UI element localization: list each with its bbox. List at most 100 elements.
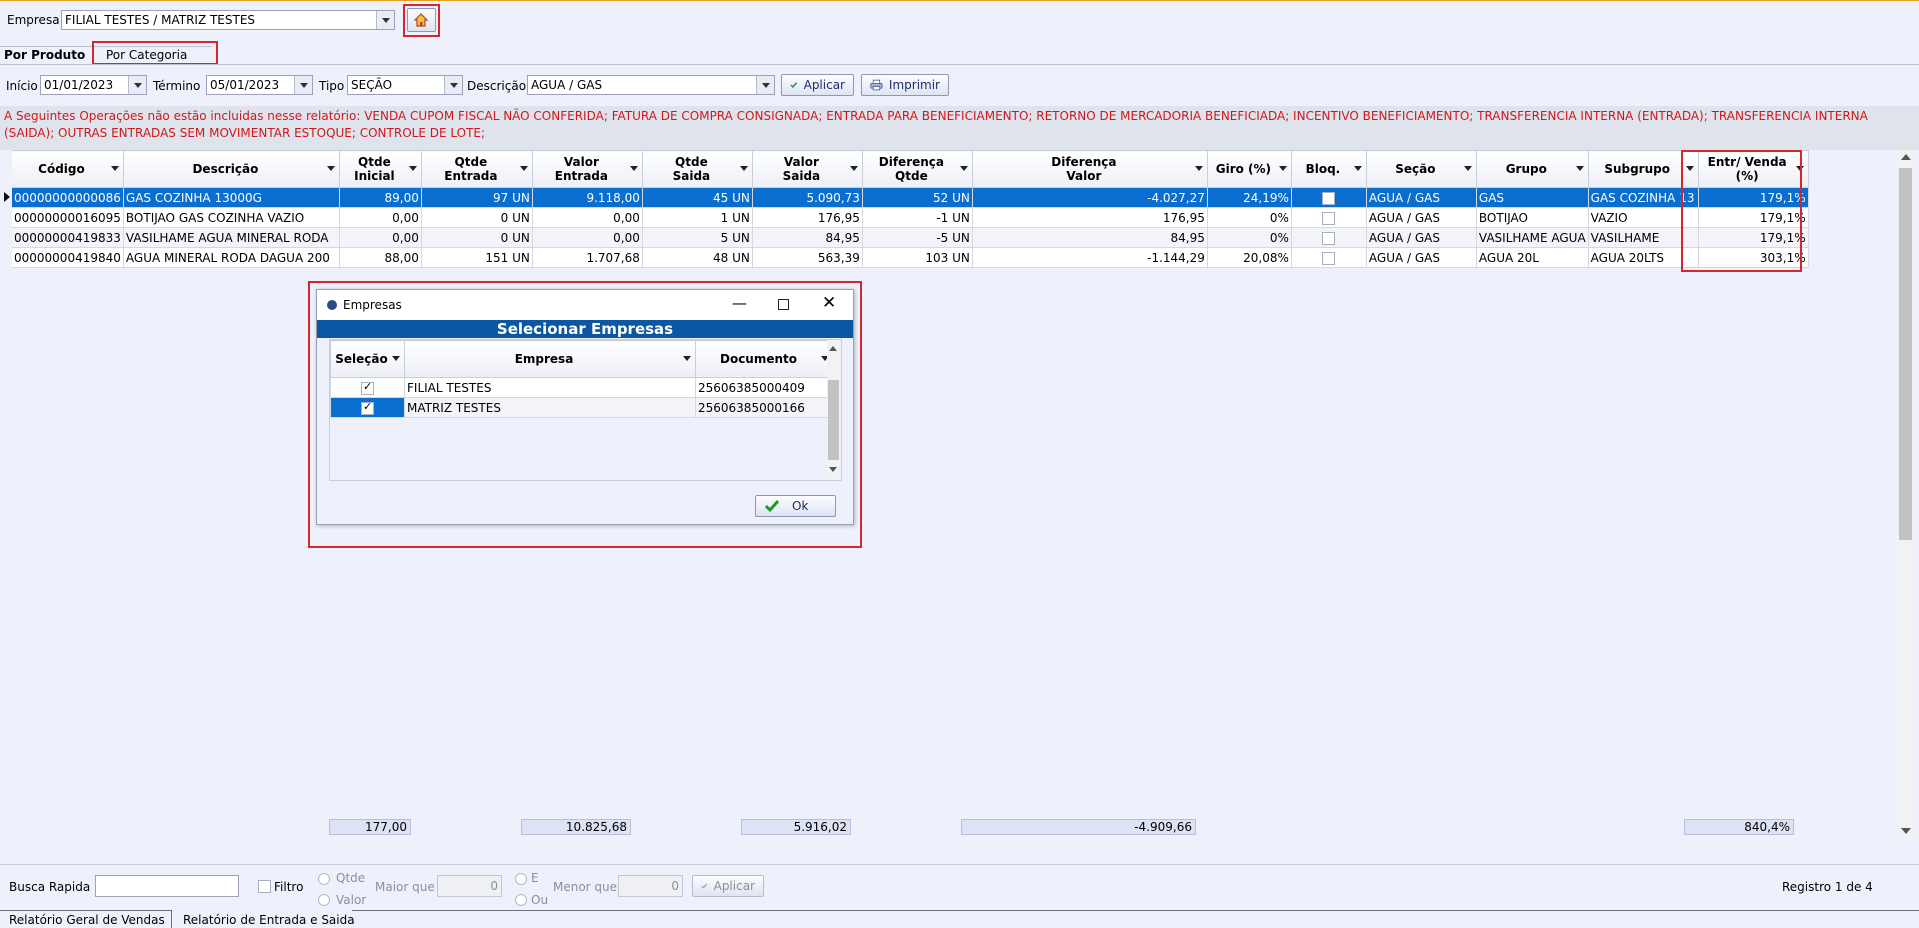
- grid-column-header[interactable]: Diferença Qtde: [861, 150, 973, 188]
- filtro-checkbox[interactable]: [258, 879, 271, 893]
- bloq-checkbox-icon[interactable]: [1322, 251, 1336, 265]
- aplicar-button[interactable]: Aplicar: [781, 74, 854, 96]
- chevron-down-icon[interactable]: [756, 76, 774, 94]
- chevron-down-icon[interactable]: [1575, 166, 1584, 171]
- grid-column-header[interactable]: Seção: [1365, 150, 1477, 188]
- grid-column-header[interactable]: Valor Entrada: [531, 150, 643, 188]
- chevron-down-icon[interactable]: [1463, 166, 1472, 171]
- maximize-icon[interactable]: [778, 299, 789, 310]
- scroll-down-icon[interactable]: [829, 467, 837, 472]
- chevron-down-icon[interactable]: [1353, 166, 1362, 171]
- scroll-thumb[interactable]: [828, 380, 839, 460]
- bloq-checkbox-icon[interactable]: [1322, 191, 1336, 205]
- company-row[interactable]: ✓ MATRIZ TESTES 25606385000166: [330, 397, 834, 418]
- grid-column-header[interactable]: Giro (%): [1206, 150, 1292, 188]
- chevron-down-icon[interactable]: [326, 166, 335, 171]
- inicio-date-field[interactable]: 01/01/2023: [40, 75, 147, 95]
- chevron-down-icon[interactable]: [444, 76, 462, 94]
- imprimir-button[interactable]: Imprimir: [861, 74, 949, 96]
- grid-column-header[interactable]: Diferença Valor: [971, 150, 1208, 188]
- empresa-combo[interactable]: FILIAL TESTES / MATRIZ TESTES: [61, 10, 395, 30]
- e-radio[interactable]: [515, 871, 527, 885]
- checkbox-icon[interactable]: [258, 880, 271, 893]
- checkbox-checked-icon[interactable]: ✓: [361, 380, 374, 395]
- chevron-down-icon[interactable]: [1278, 166, 1287, 171]
- highlight-box-categoria: [92, 41, 218, 65]
- grid-column-header[interactable]: Qtde Saida: [641, 150, 753, 188]
- tab-relatorio-geral-vendas[interactable]: Relatório Geral de Vendas: [9, 913, 165, 927]
- company-select-cell[interactable]: ✓: [330, 377, 405, 398]
- grid-column-header[interactable]: Bloq.: [1290, 150, 1367, 188]
- tipo-combo[interactable]: SEÇÃO: [347, 75, 463, 95]
- chevron-down-icon[interactable]: [376, 11, 394, 29]
- chevron-down-icon[interactable]: [629, 166, 638, 171]
- busca-rapida-input[interactable]: [95, 875, 239, 897]
- radio-icon[interactable]: [318, 872, 330, 885]
- chevron-down-icon[interactable]: [128, 76, 146, 94]
- scroll-thumb[interactable]: [1899, 168, 1912, 540]
- grid-column-header[interactable]: Valor Saida: [751, 150, 863, 188]
- select-companies-button[interactable]: [407, 8, 436, 32]
- chevron-down-icon[interactable]: [392, 356, 400, 361]
- dialog-title: Empresas: [343, 298, 402, 312]
- chevron-down-icon[interactable]: [519, 166, 528, 171]
- ok-button[interactable]: Ok: [755, 495, 836, 517]
- company-row[interactable]: ✓ FILIAL TESTES 25606385000409: [330, 377, 834, 398]
- grid-column-header[interactable]: Qtde Inicial: [338, 150, 422, 188]
- table-row[interactable]: 00000000000086 GAS COZINHA 13000G 89,00 97 …: [0, 187, 1809, 208]
- grid-scrollbar[interactable]: [1897, 150, 1914, 838]
- col-selecao[interactable]: Seleção: [330, 340, 405, 378]
- chevron-down-icon[interactable]: [294, 76, 312, 94]
- chevron-down-icon[interactable]: [1194, 166, 1203, 171]
- bottom-aplicar-button[interactable]: Aplicar: [692, 875, 764, 897]
- grid-header-row: Código Descrição Qtde Inicial Qtde Entrada Va…: [0, 150, 1809, 188]
- bloq-checkbox-icon[interactable]: [1322, 211, 1336, 225]
- grid-column-header[interactable]: Qtde Entrada: [420, 150, 533, 188]
- grid-column-header[interactable]: Descrição: [122, 150, 340, 188]
- radio-icon[interactable]: [318, 893, 330, 906]
- menor-que-input[interactable]: 0: [618, 875, 683, 897]
- col-empresa[interactable]: Empresa: [404, 340, 696, 378]
- bloq-checkbox-icon[interactable]: [1322, 231, 1336, 245]
- checkbox-checked-icon[interactable]: ✓: [361, 400, 374, 415]
- termino-date-field[interactable]: 05/01/2023: [206, 75, 313, 95]
- table-row[interactable]: 00000000419840 AGUA MINERAL RODA DAGUA 20…: [0, 247, 1809, 268]
- qtde-radio[interactable]: [318, 871, 330, 885]
- empresa-value: FILIAL TESTES / MATRIZ TESTES: [65, 13, 256, 27]
- minimize-icon[interactable]: —: [732, 294, 747, 312]
- dialog-scrollbar[interactable]: [827, 340, 840, 478]
- scroll-up-icon[interactable]: [1901, 154, 1911, 160]
- checkmark-icon: [790, 82, 798, 88]
- col-documento-label: Documento: [719, 352, 798, 366]
- table-row[interactable]: 00000000016095 BOTIJAO GAS COZINHA VAZIO 0…: [0, 207, 1809, 228]
- chevron-down-icon[interactable]: [739, 166, 748, 171]
- company-select-cell[interactable]: ✓: [330, 397, 405, 418]
- termino-value: 05/01/2023: [210, 78, 280, 92]
- tab-por-produto[interactable]: Por Produto: [0, 46, 95, 65]
- ou-radio[interactable]: [515, 892, 527, 906]
- chevron-down-icon[interactable]: [110, 166, 119, 171]
- table-cell: GAS: [1475, 187, 1589, 208]
- chevron-down-icon[interactable]: [408, 166, 417, 171]
- radio-icon[interactable]: [515, 893, 527, 906]
- table-cell: 1 UN: [641, 207, 753, 228]
- grid-column-header[interactable]: Grupo: [1475, 150, 1589, 188]
- close-icon[interactable]: ✕: [822, 293, 836, 313]
- table-cell: BOTIJAO: [1475, 207, 1589, 228]
- chevron-down-icon[interactable]: [683, 356, 691, 361]
- printer-icon: [870, 79, 883, 91]
- table-row[interactable]: 00000000419833 VASILHAME AGUA MINERAL ROD…: [0, 227, 1809, 248]
- maior-que-input[interactable]: 0: [437, 875, 502, 897]
- col-documento[interactable]: Documento: [695, 340, 834, 378]
- valor-radio[interactable]: [318, 892, 330, 906]
- tab-relatorio-entrada-saida[interactable]: Relatório de Entrada e Saida: [171, 910, 355, 928]
- dialog-titlebar: Empresas — ✕: [317, 290, 853, 320]
- table-cell: AGUA MINERAL RODA DAGUA 200: [122, 247, 340, 268]
- chevron-down-icon[interactable]: [849, 166, 858, 171]
- grid-column-header[interactable]: Código: [11, 150, 124, 188]
- scroll-up-icon[interactable]: [829, 346, 837, 351]
- descricao-combo[interactable]: AGUA / GAS: [527, 75, 775, 95]
- scroll-down-icon[interactable]: [1901, 828, 1911, 834]
- chevron-down-icon[interactable]: [959, 166, 968, 171]
- radio-icon[interactable]: [515, 872, 527, 885]
